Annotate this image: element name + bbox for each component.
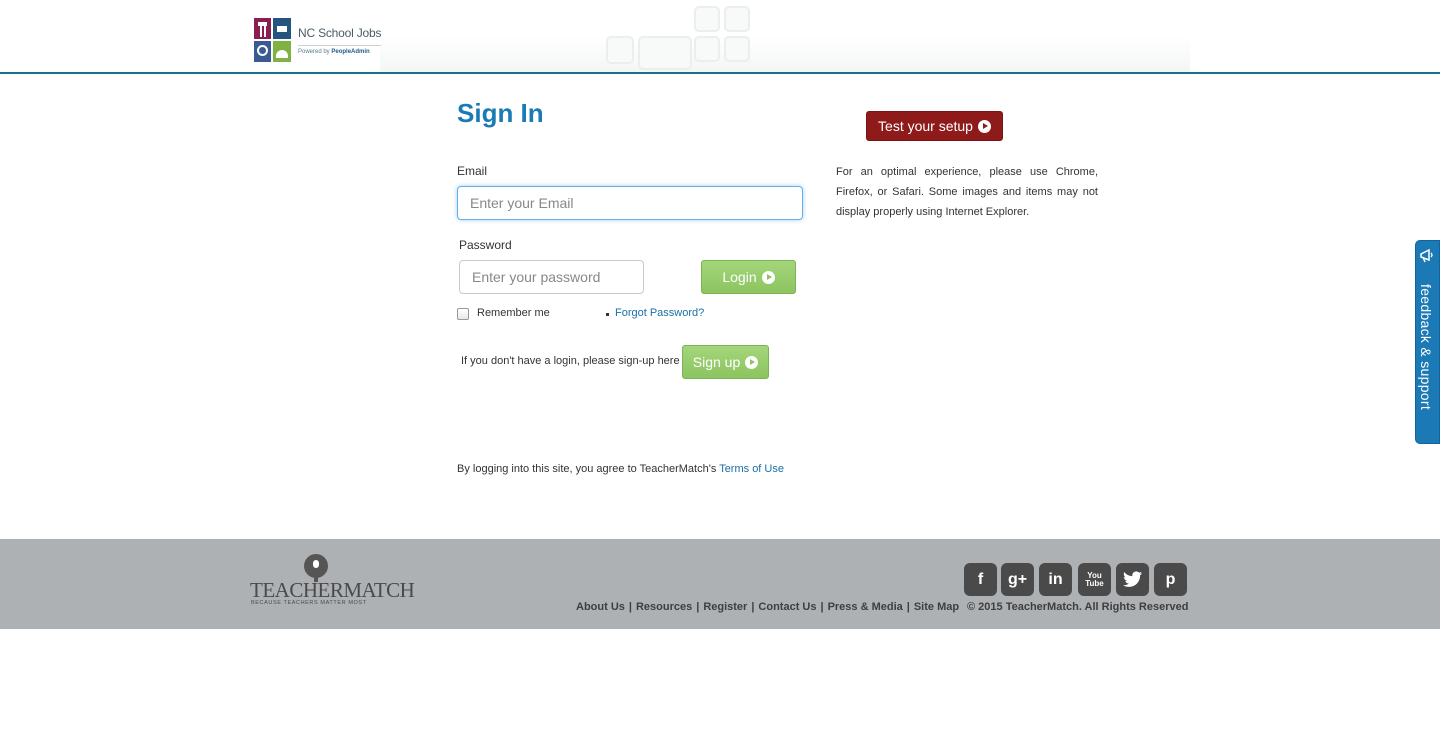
linkedin-icon[interactable]: in [1039, 563, 1072, 596]
site-footer: TEACHERMATCH BECAUSE TEACHERS MATTER MOS… [0, 539, 1440, 629]
site-header: NC School Jobs Powered by PeopleAdmin [0, 0, 1440, 74]
play-arrow-icon [761, 270, 775, 284]
signup-button-label: Sign up [692, 354, 741, 370]
header-decoration [724, 6, 750, 32]
browser-note: For an optimal experience, please use Ch… [836, 166, 1098, 218]
tm-tagline: BECAUSE TEACHERS MATTER MOST [251, 600, 367, 606]
bullet [606, 313, 609, 316]
youtube-icon[interactable]: You Tube [1078, 563, 1111, 596]
megaphone-icon [1420, 248, 1433, 263]
footer-link-about[interactable]: About Us [576, 601, 625, 613]
footer-link-sitemap[interactable]: Site Map [914, 601, 959, 613]
login-button-label: Login [722, 269, 757, 285]
password-label: Password [459, 238, 512, 252]
footer-link-resources[interactable]: Resources [636, 601, 692, 613]
header-decoration [638, 36, 692, 70]
footer-nav: About Us | Resources | Register | Contact Us | P… [576, 601, 960, 613]
google-plus-icon[interactable]: g+ [1001, 563, 1034, 596]
header-banner [380, 36, 1190, 72]
email-label: Email [457, 164, 488, 178]
twitter-icon[interactable] [1116, 563, 1149, 596]
footer-link-register[interactable]: Register [703, 601, 747, 613]
header-decoration [724, 36, 750, 62]
email-field[interactable] [457, 186, 803, 220]
feedback-support-tab[interactable]: feedback & support [1415, 240, 1440, 444]
test-setup-label: Test your setup [878, 118, 973, 134]
signup-prompt: If you don't have a login, please sign-u… [461, 355, 680, 367]
footer-link-contact[interactable]: Contact Us [758, 601, 816, 613]
play-arrow-icon [977, 119, 991, 133]
pinterest-icon[interactable]: p [1154, 563, 1187, 596]
signup-button[interactable]: Sign up [682, 345, 769, 379]
login-button[interactable]: Login [701, 260, 796, 294]
logo-mark-icon [254, 18, 291, 62]
test-setup-button[interactable]: Test your setup [866, 111, 1003, 141]
facebook-icon[interactable]: f [964, 563, 997, 596]
terms-of-use-link[interactable]: Terms of Use [719, 463, 784, 475]
header-decoration [694, 36, 720, 62]
header-decoration [606, 36, 634, 64]
play-arrow-icon [745, 355, 759, 369]
remember-me-checkbox[interactable] [457, 308, 469, 320]
page-title: Sign In [457, 98, 544, 128]
logo-title: NC School Jobs [298, 25, 382, 40]
tm-logo-mark-icon [304, 554, 328, 582]
footer-link-press[interactable]: Press & Media [828, 601, 903, 613]
header-decoration [694, 6, 720, 32]
remember-me-label: Remember me [477, 307, 550, 319]
feedback-label: feedback & support [1418, 284, 1434, 411]
copyright: © 2015 TeacherMatch. All Rights Reserved [967, 601, 1189, 613]
forgot-password-link[interactable]: Forgot Password? [615, 307, 704, 319]
teachermatch-logo[interactable]: TEACHERMATCH BECAUSE TEACHERS MATTER MOS… [250, 554, 415, 609]
logo-subtitle: Powered by PeopleAdmin [298, 44, 382, 55]
nc-school-jobs-logo[interactable]: NC School Jobs Powered by PeopleAdmin [254, 17, 382, 63]
terms-notice: By logging into this site, you agree to … [457, 463, 784, 475]
password-field[interactable] [459, 260, 644, 294]
